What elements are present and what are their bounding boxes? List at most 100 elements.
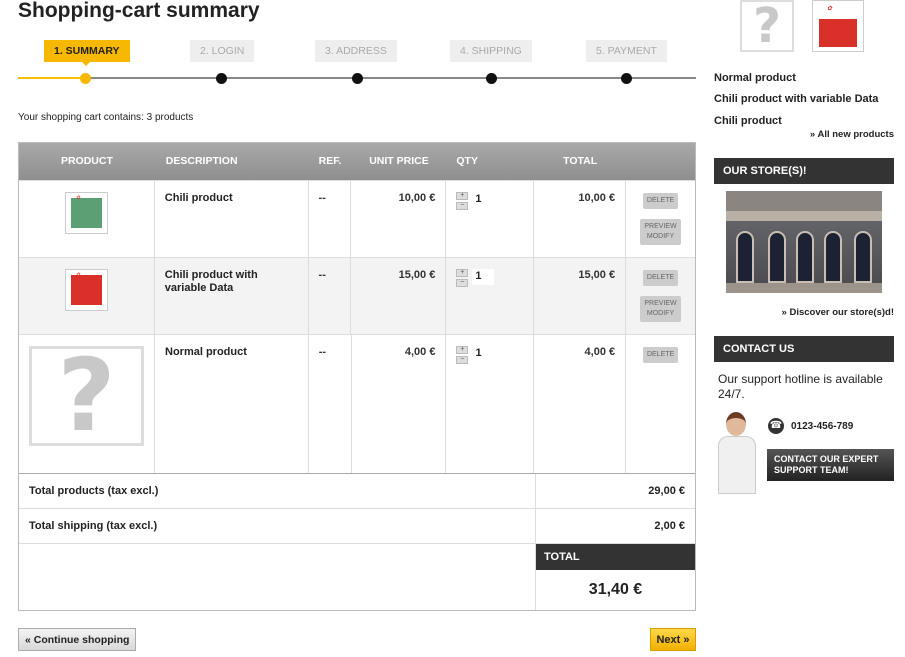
product-image-cell: ? — [19, 335, 155, 473]
product-thumbnail[interactable]: ✿ — [64, 192, 108, 234]
qty-decrease-button[interactable]: − — [456, 202, 469, 210]
qty-input[interactable]: 1 — [472, 346, 495, 362]
step-login[interactable]: 2. LOGIN — [190, 40, 255, 84]
actions-cell: DELETE PREVIEW MODIFY — [626, 258, 695, 334]
table-row: ✿ Chili product -- 10,00 € + − 1 10,00 €… — [19, 180, 695, 257]
table-row: ✿ Chili product with variable Data -- 15… — [19, 257, 695, 334]
product-total: 10,00 € — [534, 181, 627, 257]
grand-total-row: TOTAL 31,40 € — [19, 543, 695, 610]
contact-expert-button[interactable]: CONTACT OUR EXPERT SUPPORT TEAM! — [767, 449, 894, 481]
product-name[interactable]: Normal product — [155, 335, 309, 473]
header-description: DESCRIPTION — [165, 155, 238, 167]
step-payment[interactable]: 5. PAYMENT — [586, 40, 667, 84]
header-unit-price: UNIT PRICE — [369, 155, 429, 167]
phone-number: 0123-456-789 — [791, 421, 854, 432]
qty-cell: + − 1 — [446, 258, 535, 334]
placeholder-image-icon[interactable]: ? — [29, 346, 144, 446]
qty-decrease-button[interactable]: − — [456, 356, 469, 364]
step-payment-dot — [621, 73, 632, 84]
total-products-row: Total products (tax excl.) 29,00 € — [19, 473, 695, 508]
brand-logo-icon: ✿ — [75, 272, 81, 278]
grand-total-box: TOTAL 31,40 € — [535, 544, 695, 610]
new-products-thumbnails: ? ✿ — [740, 0, 864, 54]
total-shipping-row: Total shipping (tax excl.) 2,00 € — [19, 508, 695, 543]
phone-icon: ☎ — [768, 418, 784, 434]
product-unit-price: 10,00 € — [351, 181, 447, 257]
total-shipping-value: 2,00 € — [535, 509, 695, 543]
steps-progress-line-active — [18, 77, 86, 79]
grand-total-value: 31,40 € — [588, 581, 643, 598]
step-address[interactable]: 3. ADDRESS — [315, 40, 397, 84]
product-name[interactable]: Chili product with variable Data — [155, 258, 309, 334]
actions-cell: DELETE PREVIEW MODIFY — [626, 181, 695, 257]
order-steps: 1. SUMMARY 2. LOGIN 3. ADDRESS 4. SHIPPI… — [18, 40, 696, 90]
step-login-label: 2. LOGIN — [190, 40, 255, 62]
qty-cell: + − 1 — [446, 181, 535, 257]
delete-button[interactable]: DELETE — [642, 270, 679, 286]
step-summary-label: 1. SUMMARY — [44, 40, 130, 62]
placeholder-image-icon[interactable]: ? — [740, 0, 794, 54]
discover-stores-link[interactable]: » Discover our store(s)d! — [782, 307, 894, 318]
support-agent-icon — [716, 412, 760, 494]
support-hotline-text: Our support hotline is available 24/7. — [718, 372, 883, 401]
total-products-label: Total products (tax excl.) — [29, 485, 159, 497]
table-row: ? Normal product -- 4,00 € + − 1 4,00 € … — [19, 334, 695, 473]
product-image-cell: ✿ — [19, 258, 155, 334]
modify-label: MODIFY — [646, 310, 675, 317]
header-product: PRODUCT — [60, 155, 113, 167]
product-thumbnail[interactable]: ✿ — [64, 269, 108, 311]
actions-cell: DELETE — [626, 335, 695, 473]
header-ref: REF. — [318, 155, 342, 167]
product-name[interactable]: Chili product — [155, 181, 309, 257]
continue-shopping-button[interactable]: « Continue shopping — [18, 628, 137, 651]
new-product-link[interactable]: Chili product with variable Data — [714, 93, 878, 105]
page-title: Shopping-cart summary — [18, 0, 260, 22]
contact-block-title: CONTACT US — [714, 336, 894, 362]
product-image-cell: ✿ — [19, 181, 155, 257]
preview-label: PREVIEW — [644, 223, 677, 230]
step-summary-dot — [80, 73, 91, 84]
product-thumbnail[interactable]: ✿ — [812, 0, 864, 52]
product-total: 15,00 € — [534, 258, 627, 334]
step-login-dot — [216, 73, 227, 84]
delete-button[interactable]: DELETE — [642, 193, 679, 209]
delete-button[interactable]: DELETE — [642, 347, 679, 363]
product-ref: -- — [309, 181, 352, 257]
qty-input[interactable]: 1 — [472, 192, 495, 208]
product-total: 4,00 € — [534, 335, 627, 473]
product-ref: -- — [309, 335, 352, 473]
cart-count-text: Your shopping cart contains: 3 products — [18, 112, 194, 123]
header-qty: QTY — [456, 155, 478, 167]
step-shipping[interactable]: 4. SHIPPING — [450, 40, 532, 84]
next-button[interactable]: Next » — [650, 628, 696, 651]
qty-cell: + − 1 — [446, 335, 535, 473]
qty-increase-button[interactable]: + — [456, 269, 469, 277]
new-product-link[interactable]: Chili product — [714, 115, 782, 127]
header-total: TOTAL — [563, 155, 598, 167]
preview-modify-button[interactable]: PREVIEW MODIFY — [640, 296, 681, 322]
step-payment-label: 5. PAYMENT — [586, 40, 667, 62]
modify-label: MODIFY — [646, 233, 675, 240]
qty-decrease-button[interactable]: − — [456, 279, 469, 287]
new-product-link[interactable]: Normal product — [714, 72, 796, 84]
grand-total-label: TOTAL — [536, 544, 695, 570]
preview-label: PREVIEW — [644, 300, 677, 307]
brand-logo-icon: ✿ — [75, 195, 81, 201]
step-shipping-label: 4. SHIPPING — [450, 40, 532, 62]
total-products-value: 29,00 € — [535, 474, 695, 508]
preview-modify-button[interactable]: PREVIEW MODIFY — [640, 219, 681, 245]
step-summary[interactable]: 1. SUMMARY — [44, 40, 130, 84]
total-shipping-label: Total shipping (tax excl.) — [29, 520, 158, 532]
qty-increase-button[interactable]: + — [456, 346, 469, 354]
product-ref: -- — [309, 258, 352, 334]
cart-table-header: PRODUCT DESCRIPTION REF. UNIT PRICE QTY … — [19, 143, 695, 180]
step-shipping-dot — [486, 73, 497, 84]
stores-block-title: OUR STORE(S)! — [714, 158, 894, 184]
product-unit-price: 4,00 € — [352, 335, 447, 473]
all-new-products-link[interactable]: » All new products — [810, 129, 894, 140]
qty-increase-button[interactable]: + — [456, 192, 469, 200]
store-photo[interactable] — [726, 191, 882, 293]
qty-input[interactable]: 1 — [472, 269, 495, 285]
header-actions — [626, 143, 695, 180]
step-pointer-icon — [82, 62, 90, 66]
